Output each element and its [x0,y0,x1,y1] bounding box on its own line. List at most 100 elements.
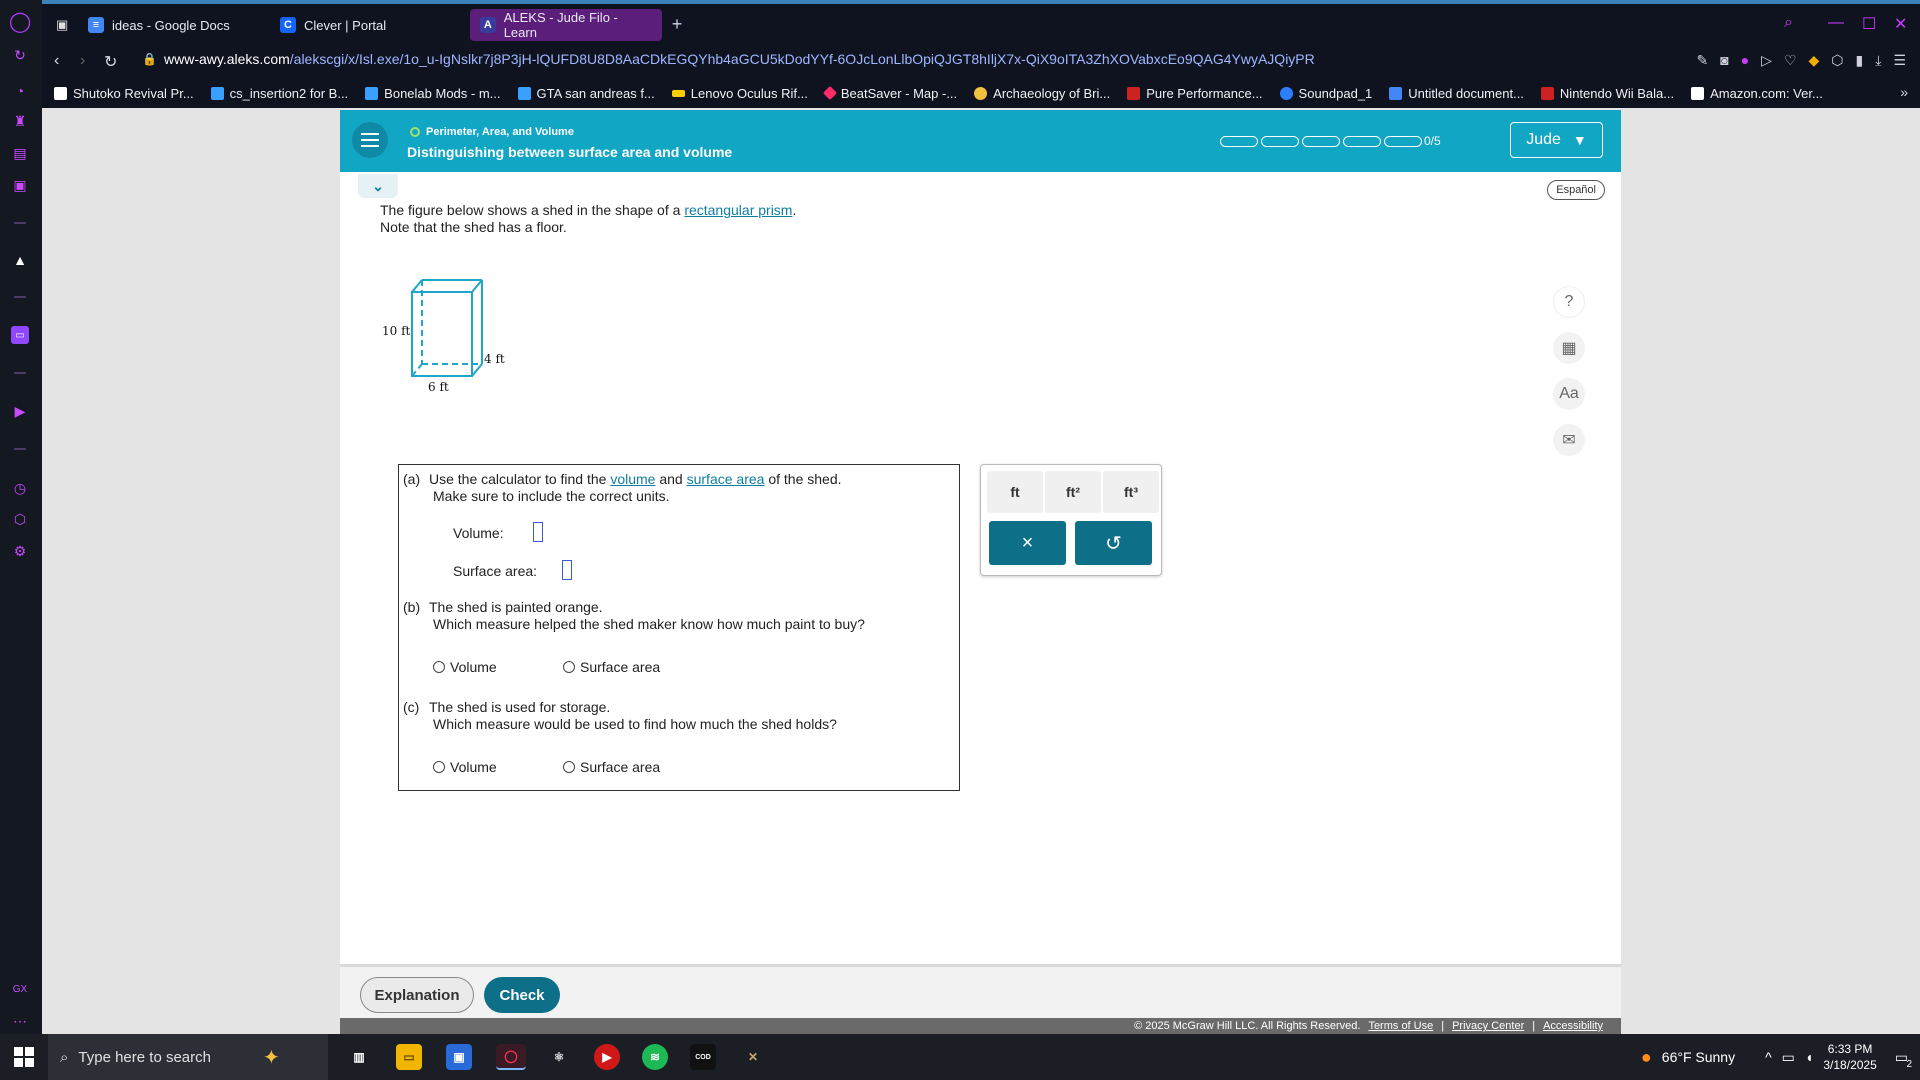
youtube-icon[interactable]: ▶ [594,1044,620,1070]
surface-area-link[interactable]: surface area [687,471,765,487]
messenger-icon[interactable]: ▣ [11,176,29,194]
bookmark-item[interactable]: Archaeology of Bri... [974,86,1110,101]
game-icon[interactable]: ✕ [740,1044,766,1070]
taskbar-search[interactable]: ⌕ Type here to search ✦ [48,1034,328,1080]
radio-button[interactable] [563,761,575,773]
espanol-button[interactable]: Español [1547,180,1605,200]
surface-area-input[interactable] [562,560,572,580]
mail-icon[interactable]: ✉ [1553,424,1585,456]
task-view-icon[interactable]: ▥ [346,1044,372,1070]
radio-button[interactable] [433,761,445,773]
back-icon[interactable]: ‹ [54,52,59,70]
history-icon[interactable]: ◷ [11,479,29,497]
radio-button[interactable] [563,661,575,673]
bookmark-item[interactable]: GTA san andreas f... [517,86,655,101]
file-explorer-icon[interactable]: ▭ [396,1044,422,1070]
weather-icon[interactable]: ● [1641,1047,1652,1068]
close-icon[interactable]: ✕ [1894,14,1907,34]
bookmark-item[interactable]: Lenovo Oculus Rif... [671,86,808,101]
hamburger-menu-button[interactable] [352,122,388,158]
network-icon[interactable]: ▭ [1782,1049,1795,1066]
extension-icon[interactable]: ◆ [1809,52,1820,69]
privacy-link[interactable]: Privacy Center [1452,1020,1524,1032]
part-b-volume-option[interactable]: Volume [433,659,497,675]
bookmark-item[interactable]: cs_insertion2 for B... [210,86,348,101]
bookmark-item[interactable]: Amazon.com: Ver... [1691,86,1823,101]
tab-google-docs[interactable]: ≡ ideas - Google Docs [78,9,266,41]
url-field[interactable]: www-awy.aleks.com/alekscgi/x/Isl.exe/1o_… [164,51,1315,67]
player-icon[interactable]: ▶ [11,402,29,420]
send-icon[interactable]: ▷ [1761,52,1772,69]
bookmark-item[interactable]: BeatSaver - Map -... [822,86,957,101]
bookmark-item[interactable]: Pure Performance... [1127,86,1263,101]
maximize-icon[interactable]: ☐ [1862,14,1876,34]
weather-text[interactable]: 66°F Sunny [1662,1049,1735,1065]
spotify-icon[interactable]: ≋ [642,1044,668,1070]
tray-expand-icon[interactable]: ^ [1765,1049,1772,1065]
bookmark-item[interactable]: Soundpad_1 [1279,86,1372,101]
undo-button[interactable]: ↺ [1075,521,1152,565]
calculator-icon[interactable]: ▦ [1553,332,1585,364]
search-tabs-icon[interactable]: ⌕ [1784,14,1793,32]
heart-icon[interactable]: ♡ [1784,52,1797,69]
windows-start-icon[interactable] [14,1047,34,1067]
arrow-up-icon[interactable]: ▲ [11,251,29,269]
collapse-chevron-icon[interactable]: ⌄ [358,174,398,198]
edit-icon[interactable]: ✎ [1696,52,1708,69]
glossary-icon[interactable]: Aa [1553,378,1585,410]
accessibility-link[interactable]: Accessibility [1543,1020,1603,1032]
bookmarks-overflow-icon[interactable]: » [1900,84,1908,100]
notifications-icon[interactable]: ▭ 2 [1895,1049,1912,1070]
explanation-button[interactable]: Explanation [360,977,474,1013]
sidebar-divider [14,448,26,450]
part-c-surface-area-option[interactable]: Surface area [563,759,660,775]
settings-icon[interactable]: ⚙ [11,542,29,560]
store-icon[interactable]: ▣ [446,1044,472,1070]
box-icon[interactable]: ⬡ [11,510,29,528]
part-b-surface-area-option[interactable]: Surface area [563,659,660,675]
part-c-volume-option[interactable]: Volume [433,759,497,775]
bookmark-item[interactable]: Untitled document... [1389,86,1524,101]
help-icon[interactable]: ? [1553,286,1585,318]
speaker-icon[interactable]: ◖ [1805,1049,1813,1065]
tab-aleks[interactable]: A ALEKS - Jude Filo - Learn [470,9,662,41]
user-menu-button[interactable]: Jude ▼ [1510,122,1603,158]
volume-link[interactable]: volume [610,471,655,487]
camera-icon[interactable]: ◙ [1720,52,1728,69]
call-of-duty-icon[interactable]: COD [690,1044,716,1070]
opera-gx-taskbar-icon[interactable]: ◯ [496,1044,526,1070]
minimize-icon[interactable]: — [1828,14,1844,32]
opera-logo-icon[interactable]: ◯ [9,11,31,33]
terms-link[interactable]: Terms of Use [1368,1020,1433,1032]
gx-icon[interactable]: GX [11,980,29,998]
ft-unit-button[interactable]: ft [987,471,1043,513]
tab-workspaces[interactable]: ▣ [46,9,78,41]
tab-clever[interactable]: C Clever | Portal [270,9,458,41]
wallet-icon[interactable]: ▤ [11,144,29,162]
clear-button[interactable]: × [989,521,1066,565]
bookmark-item[interactable]: Shutoko Revival Pr... [54,86,194,101]
more-icon[interactable]: ⋯ [11,1012,29,1030]
volume-input[interactable] [533,522,543,542]
ft2-unit-button[interactable]: ft² [1045,471,1101,513]
check-button[interactable]: Check [484,977,560,1013]
bot-icon[interactable]: ♜ [11,112,29,130]
app-taskbar-icon[interactable]: ⚛ [546,1044,572,1070]
ft3-unit-button[interactable]: ft³ [1103,471,1159,513]
rectangular-prism-link[interactable]: rectangular prism [684,202,792,218]
radio-button[interactable] [433,661,445,673]
vpn-icon[interactable]: ● [1741,52,1749,69]
cube-icon[interactable]: ⬡ [1831,52,1843,69]
refresh-sidebar-icon[interactable]: ↻ [11,46,29,64]
new-tab-icon[interactable]: + [668,15,686,34]
clock[interactable]: 6:33 PM 3/18/2025 [1823,1041,1876,1073]
twitch-icon[interactable]: ▭ [11,326,29,344]
bookmark-item[interactable]: Bonelab Mods - m... [365,86,501,101]
menu-icon[interactable]: ☰ [1893,52,1906,69]
aria-icon[interactable]: ◔ [11,82,29,100]
forward-icon[interactable]: › [80,52,85,70]
reload-icon[interactable]: ↻ [104,52,117,72]
bookmark-item[interactable]: Nintendo Wii Bala... [1540,86,1674,101]
download-icon[interactable]: ⤓ [1875,52,1881,69]
profile-icon[interactable]: ▮ [1856,52,1864,69]
